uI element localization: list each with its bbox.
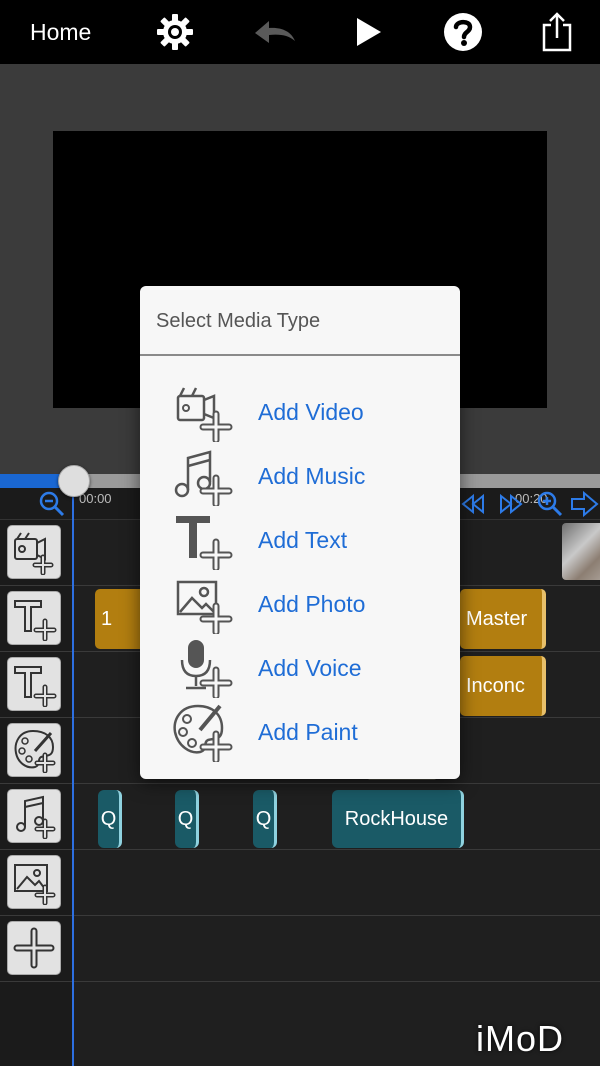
zoom-in-icon[interactable]: [536, 490, 564, 518]
add-music-label: Add Music: [258, 462, 366, 489]
playhead[interactable]: [72, 474, 74, 1066]
next-arrow-icon[interactable]: [570, 490, 600, 518]
paint-palette-add-icon: [14, 729, 56, 773]
add-voice-option[interactable]: Add Voice: [140, 636, 460, 700]
add-music-track-button[interactable]: [7, 789, 61, 843]
photo-add-icon: [14, 864, 56, 905]
add-text-track-button-1[interactable]: [7, 591, 61, 645]
music-clip[interactable]: Q: [175, 790, 199, 848]
video-camera-add-icon: [14, 532, 54, 575]
top-toolbar: Home: [0, 0, 600, 64]
add-video-label: Add Video: [258, 398, 364, 425]
popup-divider: [140, 354, 460, 356]
add-photo-label: Add Photo: [258, 590, 366, 617]
zoom-out-icon[interactable]: [38, 490, 66, 518]
home-button[interactable]: Home: [30, 16, 91, 48]
add-video-option[interactable]: Add Video: [140, 380, 460, 444]
add-paint-label: Add Paint: [258, 718, 358, 745]
text-clip[interactable]: Inconc: [460, 656, 546, 716]
help-icon: [444, 13, 482, 51]
add-photo-option[interactable]: Add Photo: [140, 572, 460, 636]
undo-icon: [255, 21, 295, 43]
text-clip[interactable]: Master: [460, 589, 546, 649]
add-voice-label: Add Voice: [258, 654, 362, 681]
select-media-type-popup: Select Media Type Add Video Add Music Ad…: [140, 286, 460, 779]
video-camera-add-icon: [176, 387, 233, 442]
add-text-option[interactable]: Add Text: [140, 508, 460, 572]
add-track-row: [0, 916, 600, 982]
photo-track-row: [0, 850, 600, 916]
add-video-track-button[interactable]: [7, 525, 61, 579]
text-add-icon: [14, 600, 57, 641]
music-add-icon: [16, 795, 56, 839]
video-clip-thumbnail[interactable]: [562, 523, 600, 580]
add-music-option[interactable]: Add Music: [140, 444, 460, 508]
music-add-icon: [174, 450, 233, 506]
rewind-icon[interactable]: [460, 490, 486, 518]
popup-title: Select Media Type: [156, 310, 321, 332]
text-clip[interactable]: 1: [95, 589, 145, 649]
share-button[interactable]: [535, 10, 579, 54]
text-add-icon: [176, 516, 233, 570]
add-photo-track-button[interactable]: [7, 855, 61, 909]
play-button[interactable]: [346, 10, 390, 54]
add-paint-track-button[interactable]: [7, 723, 61, 777]
add-text-track-button-2[interactable]: [7, 657, 61, 711]
share-icon: [542, 12, 572, 52]
paint-palette-add-icon: [173, 704, 233, 762]
text-add-icon: [14, 666, 57, 707]
music-clip[interactable]: Q: [98, 790, 122, 848]
music-clip[interactable]: Q: [253, 790, 277, 848]
music-track-row: [0, 784, 600, 850]
fast-forward-icon[interactable]: [498, 490, 524, 518]
scrubber-knob[interactable]: [58, 465, 90, 497]
music-clip[interactable]: RockHouse: [332, 790, 464, 848]
add-track-button[interactable]: [7, 921, 61, 975]
add-paint-option[interactable]: Add Paint: [140, 700, 460, 764]
settings-button[interactable]: [153, 10, 197, 54]
plus-icon: [13, 927, 55, 969]
gear-icon: [157, 14, 193, 50]
imod-watermark: iMoD: [476, 1018, 565, 1059]
undo-button[interactable]: [253, 10, 297, 54]
add-text-label: Add Text: [258, 526, 348, 553]
microphone-add-icon: [180, 640, 233, 698]
play-icon: [357, 18, 381, 46]
photo-add-icon: [176, 580, 233, 634]
help-button[interactable]: [441, 10, 485, 54]
